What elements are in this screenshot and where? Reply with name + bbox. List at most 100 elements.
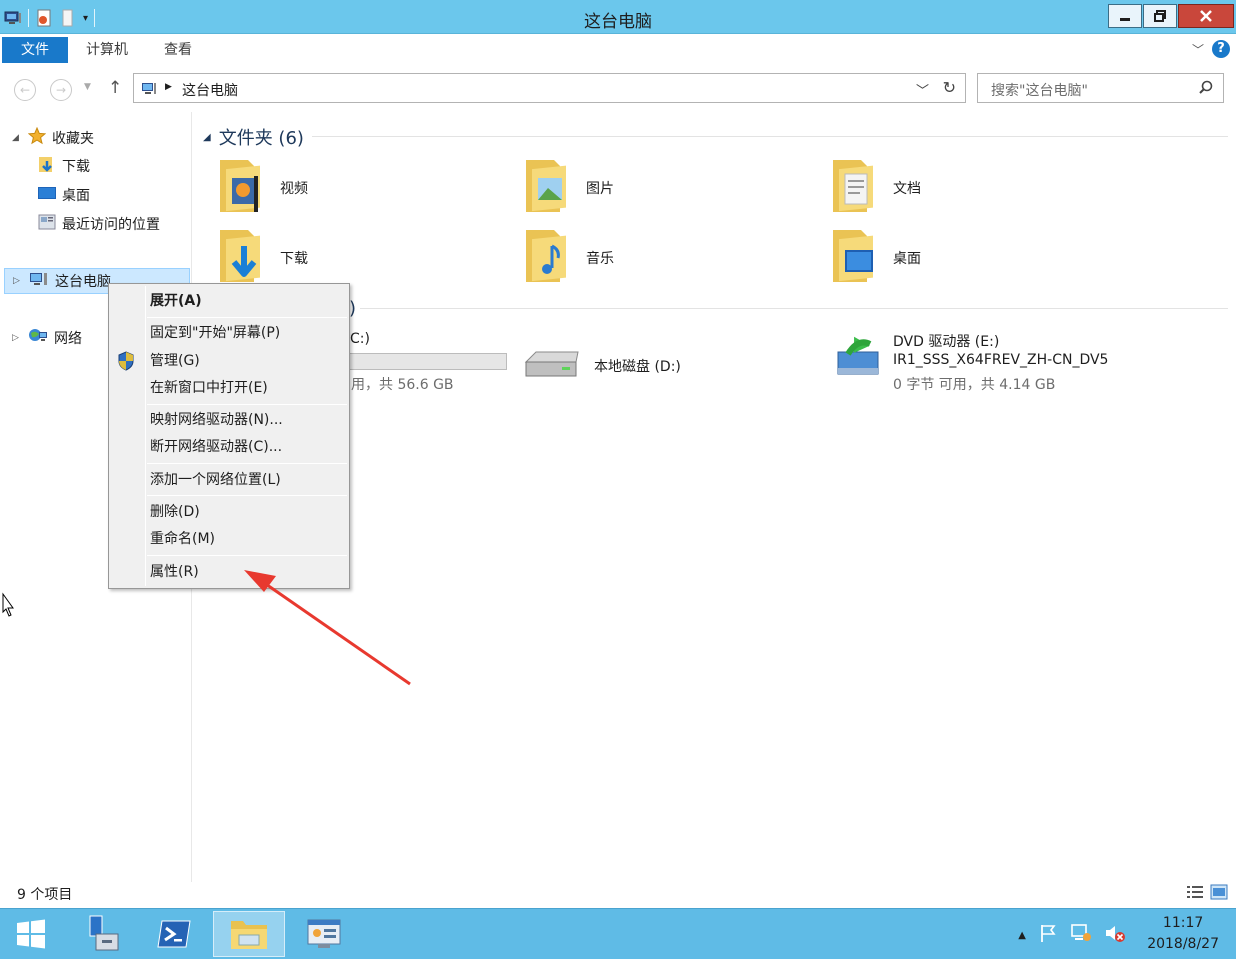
expand-arrow-icon[interactable]: ▷ [12,333,22,343]
menu-item-delete[interactable]: 删除(D) [150,501,200,523]
restore-button[interactable] [1143,4,1177,28]
menu-item-add-network-location[interactable]: 添加一个网络位置(L) [150,469,281,491]
folder-label: 图片 [586,181,614,197]
taskbar: ▲ 11:17 2018/8/27 [0,908,1236,959]
collapse-arrow-icon[interactable]: ◢ [203,132,211,143]
folder-downloads[interactable]: 下载 [218,226,308,290]
customize-qat-icon[interactable]: ▾ [83,13,88,24]
network-icon [28,327,48,349]
action-center-flag-icon[interactable] [1038,923,1058,947]
computer-icon[interactable] [4,9,22,27]
devices-group-title-fragment[interactable]: ) [349,298,356,319]
context-menu: 展开(A) 固定到"开始"屏幕(P) 管理(G) 在新窗口中打开(E) 映射网络… [108,283,350,589]
back-button[interactable]: ← [14,79,36,101]
close-button[interactable] [1178,4,1234,28]
desktop-icon [38,184,56,206]
menu-item-properties[interactable]: 属性(R) [150,561,199,583]
nav-label: 收藏夹 [52,131,94,147]
dvd-drive-icon[interactable] [836,336,880,382]
breadcrumb[interactable]: 这台电脑 [182,80,238,100]
menu-item-disconnect-network-drive[interactable]: 断开网络驱动器(C)... [150,436,282,458]
taskbar-clock[interactable]: 11:17 2018/8/27 [1147,913,1219,955]
folder-pictures[interactable]: 图片 [524,156,614,220]
item-count: 9 个项目 [17,887,73,903]
folder-music[interactable]: 音乐 [524,226,614,290]
menu-item-pin-to-start[interactable]: 固定到"开始"屏幕(P) [150,322,280,344]
tab-computer[interactable]: 计算机 [86,37,128,63]
folder-desktop[interactable]: 桌面 [831,226,921,290]
menu-separator [147,317,347,318]
computer-icon [29,270,49,292]
mouse-cursor-icon [0,592,16,624]
forward-button[interactable]: → [50,79,72,101]
group-divider [312,136,1228,137]
up-icon[interactable]: ↑ [108,78,122,98]
recent-locations-icon[interactable]: ▼ [84,82,91,92]
properties-icon[interactable] [35,9,53,27]
system-tray: ▲ [1018,923,1126,947]
address-bar[interactable]: ▶ 这台电脑 ﹀ ↻ [133,73,966,103]
title-bar: ▾ 这台电脑 [0,0,1236,34]
drive-e-name[interactable]: DVD 驱动器 (E:) [893,331,999,351]
start-button[interactable] [0,911,62,957]
collapse-arrow-icon[interactable]: ◢ [12,133,22,143]
nav-network[interactable]: ▷ 网络 [12,326,82,350]
help-icon[interactable]: ? [1212,40,1230,58]
videos-folder-icon [218,156,266,220]
tab-view[interactable]: 查看 [164,37,192,63]
toolbar-separator [94,9,96,27]
taskbar-control-panel[interactable] [288,911,360,957]
taskbar-powershell[interactable] [138,911,210,957]
taskbar-server-manager[interactable] [66,911,138,957]
minimize-button[interactable] [1108,4,1142,28]
documents-folder-icon [831,156,879,220]
folders-group-header[interactable]: ◢ 文件夹 (6) [203,124,304,150]
drive-e-volume-label: IR1_SSS_X64FREV_ZH-CN_DV5 [893,352,1109,368]
nav-downloads[interactable]: 下载 [38,154,90,178]
folder-label: 下载 [280,251,308,267]
menu-gutter [145,286,146,586]
quick-access-toolbar: ▾ [4,6,96,30]
menu-item-map-network-drive[interactable]: 映射网络驱动器(N)... [150,409,283,431]
refresh-icon[interactable]: ↻ [943,78,956,97]
new-folder-icon[interactable] [59,9,77,27]
menu-item-rename[interactable]: 重命名(M) [150,528,215,550]
volume-muted-icon[interactable] [1104,923,1126,947]
show-hidden-icons-icon[interactable]: ▲ [1018,930,1026,941]
nav-label: 最近访问的位置 [62,217,160,233]
breadcrumb-separator-icon[interactable]: ▶ [165,82,172,92]
clock-date: 2018/8/27 [1147,936,1219,952]
folder-videos[interactable]: 视频 [218,156,308,220]
nav-favorites[interactable]: ◢ 收藏夹 [12,126,94,150]
drive-c-name-fragment[interactable]: C:) [350,331,370,347]
drive-e-space: 0 字节 可用，共 4.14 GB [893,377,1056,393]
nav-label: 下载 [62,159,90,175]
folder-documents[interactable]: 文档 [831,156,921,220]
tab-file[interactable]: 文件 [2,37,68,63]
nav-desktop[interactable]: 桌面 [38,183,90,207]
music-folder-icon [524,226,572,290]
address-dropdown-icon[interactable]: ﹀ [916,80,929,99]
taskbar-file-explorer[interactable] [213,911,285,957]
details-view-icon[interactable] [1186,884,1204,904]
expand-arrow-icon[interactable]: ▷ [13,276,23,286]
navigation-bar: ← → ▼ ↑ ▶ 这台电脑 ﹀ ↻ 搜索"这台电脑" [0,70,1236,108]
nav-recent-places[interactable]: 最近访问的位置 [38,212,160,236]
drive-c-space-fragment: 用，共 56.6 GB [351,377,454,393]
large-icons-view-icon[interactable] [1210,884,1228,904]
uac-shield-icon [117,351,135,375]
menu-item-open-new-window[interactable]: 在新窗口中打开(E) [150,377,268,399]
menu-separator [147,555,347,556]
clock-time: 11:17 [1162,915,1204,931]
search-input[interactable]: 搜索"这台电脑" [977,73,1224,103]
expand-ribbon-icon[interactable]: ﹀ [1192,41,1204,58]
computer-icon [140,80,158,102]
network-tray-icon[interactable] [1070,923,1092,947]
drive-d[interactable]: 本地磁盘 (D:) [522,344,681,388]
menu-separator [147,495,347,496]
menu-item-manage[interactable]: 管理(G) [150,350,200,372]
search-icon[interactable] [1198,80,1214,100]
menu-item-expand[interactable]: 展开(A) [150,290,202,312]
folder-label: 桌面 [893,251,921,267]
status-bar: 9 个项目 [0,880,1236,906]
